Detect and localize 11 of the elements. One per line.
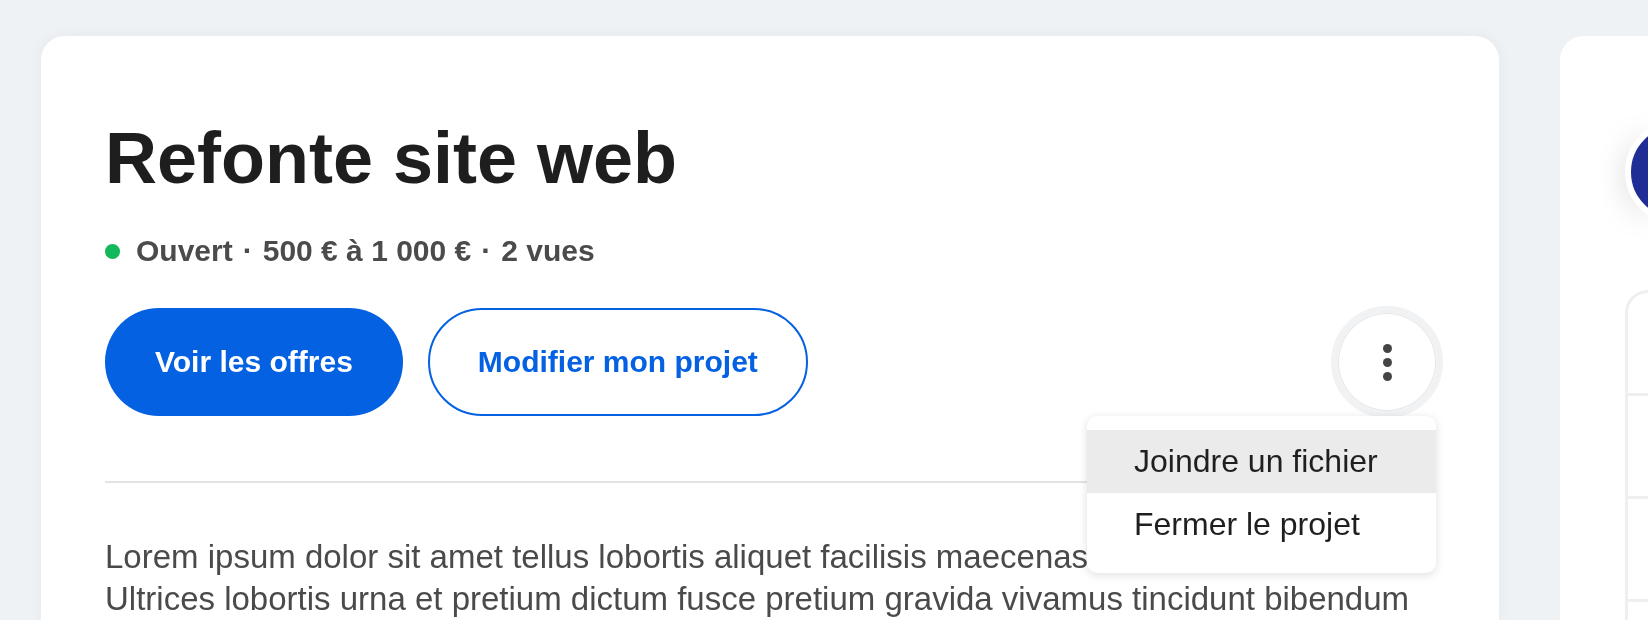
view-offers-button[interactable]: Voir les offres — [105, 308, 403, 416]
meta-text: 2 vues — [501, 233, 595, 269]
meta-separator: · — [242, 233, 253, 269]
menu-item[interactable]: Joindre un fichier — [1087, 430, 1436, 493]
meta-separator: · — [481, 233, 492, 269]
edit-project-button[interactable]: Modifier mon projet — [427, 308, 808, 416]
status-text: Ouvert — [136, 233, 233, 269]
meta-text: 500 € à 1 000 € — [262, 233, 472, 269]
more-icon — [1382, 343, 1392, 381]
menu-item[interactable]: Fermer le projet — [1087, 493, 1436, 556]
project-title: Refonte site web — [105, 122, 678, 194]
